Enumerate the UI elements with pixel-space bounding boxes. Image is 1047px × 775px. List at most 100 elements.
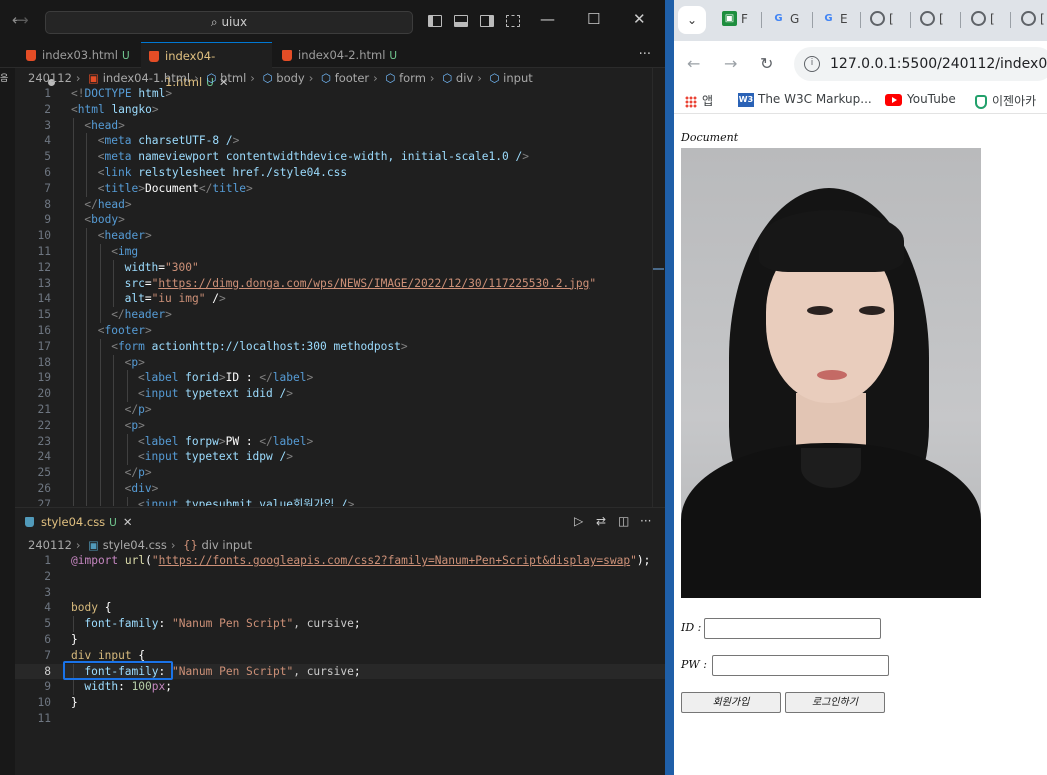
browser-tab[interactable]: [ [971,11,995,29]
browser-toolbar: ← → ↻ i 127.0.0.1:5500/240112/index04-1.… [674,41,1047,85]
code-line[interactable]: 2 <html langko> [15,102,665,118]
code-line[interactable]: 5 font-family: "Nanum Pen Script", cursiv… [15,616,665,632]
browser-tab[interactable]: GE [821,11,848,29]
html-editor[interactable]: 1 <!DOCTYPE html> 2 <html langko> 3 <head> 4 <m… [15,86,665,506]
code-line[interactable]: 8 </head> [15,196,665,213]
code-line[interactable]: 12 width="300" [15,259,665,276]
back-icon[interactable]: ← [687,54,700,73]
tab-label: index03.html [42,48,118,62]
tab-search-icon[interactable]: ⌄ [678,6,706,34]
line-number: 25 [37,466,51,480]
tab-index03[interactable]: index03.html U [18,42,136,86]
breadcrumb-item[interactable]: html [220,71,246,85]
signup-button[interactable]: 회원가입 [681,692,781,713]
address-bar[interactable]: i 127.0.0.1:5500/240112/index04-1.h [794,47,1047,81]
breadcrumb-item[interactable]: body [276,71,304,85]
code-line[interactable]: 24 <input typetext idpw /> [15,449,665,466]
code-line[interactable]: 25 </p> [15,465,665,481]
pw-input[interactable] [712,655,889,676]
editor-split[interactable] [15,507,665,508]
login-button[interactable]: 로그인하기 [785,692,885,713]
breadcrumb-item[interactable]: 240112 [28,71,72,85]
more-actions-icon[interactable]: ··· [640,514,651,528]
browser-tab[interactable]: GG [771,11,799,29]
code-line[interactable]: 19 <label forid>ID : </label> [15,370,665,387]
editor-scrollbar[interactable] [652,68,664,508]
code-line[interactable]: 6} [15,632,665,648]
reload-icon[interactable]: ↻ [760,54,773,73]
compare-icon[interactable]: ⇄ [596,514,606,528]
breadcrumb-item[interactable]: div [456,71,473,85]
bookmark-w3c[interactable]: W3 The W3C Markup... [738,92,872,107]
customize-layout-icon[interactable] [506,15,520,27]
bookmark-apps[interactable]: 앱 [685,92,713,109]
code-line[interactable]: 2 [15,569,665,585]
tab-index04-1[interactable]: index04-1.html U ✕ [141,42,272,89]
forward-icon[interactable]: → [724,54,737,73]
breadcrumb-item[interactable]: index04-1.html [103,71,190,85]
code-line[interactable]: 3 [15,585,665,601]
code-line[interactable]: 1 @import url("https://fonts.googleapis.c… [15,553,665,569]
code-line[interactable]: 14 alt="iu img" /> [15,291,665,308]
bookmark-ezen[interactable]: 이젠아카 [975,92,1036,109]
pw-label: PW : [681,658,707,671]
code-line[interactable]: 3 <head> [15,117,665,134]
browser-tab[interactable]: [ [870,11,894,29]
maximize-icon[interactable]: ☐ [587,10,600,28]
window-divider[interactable] [665,0,674,775]
breadcrumb-item[interactable]: 240112 [28,538,72,552]
code-line[interactable]: 9 <body> [15,212,665,229]
forward-arrow-icon[interactable]: → [16,11,29,29]
tab-title: E [840,11,848,26]
close-window-icon[interactable]: ✕ [633,10,646,28]
code-line[interactable]: 17 <form actionhttp://localhost:300 metho… [15,338,665,355]
id-input[interactable] [704,618,881,639]
code-line[interactable]: 11 <img [15,243,665,260]
breadcrumb-item[interactable]: footer [335,71,369,85]
breadcrumb-item[interactable]: form [399,71,426,85]
code-line[interactable]: 13 src="https://dimg.donga.com/wps/NEWS/I… [15,275,665,292]
toggle-panel-icon[interactable] [454,15,468,27]
run-icon[interactable]: ▷ [574,514,583,528]
line-number: 21 [37,402,51,416]
code-line[interactable]: 5 <meta nameviewport contentwidthdevice-w… [15,149,665,165]
minimize-icon[interactable]: — [540,10,555,28]
code-line[interactable]: 22 <p> [15,417,665,434]
code-line[interactable]: 6 <link relstylesheet href./style04.css [15,164,665,181]
tab-style04-css[interactable]: style04.css U ✕ [15,510,133,534]
code-line[interactable]: 21 </p> [15,401,665,418]
code-line[interactable]: 23 <label forpw>PW : </label> [15,433,665,450]
code-line[interactable]: 9 width: 100px; [15,679,665,696]
code-line[interactable]: 10} [15,695,665,711]
breadcrumb-item[interactable]: style04.css [103,538,167,552]
toggle-secondary-sidebar-icon[interactable] [480,15,494,27]
css-editor[interactable]: 1 @import url("https://fonts.googleapis.c… [15,553,665,733]
code-line[interactable]: 27 <input typesubmit value회원가입 /> [15,496,665,506]
more-actions-icon[interactable]: ··· [639,47,651,62]
command-center[interactable]: ⌕ uiux [45,11,413,34]
code-line[interactable]: 4 body { [15,600,665,616]
tab-index04-2[interactable]: index04-2.html U [274,42,404,68]
breadcrumb-item[interactable]: div input [201,538,252,552]
code-line[interactable]: 4 <meta charsetUTF-8 /> [15,133,665,150]
bookmark-youtube[interactable]: YouTube [885,92,956,106]
split-editor-icon[interactable]: ◫ [618,514,629,528]
code-line[interactable]: 16 <footer> [15,322,665,339]
code-line[interactable]: 18 <p> [15,354,665,371]
site-info-icon[interactable]: i [804,56,820,72]
browser-tab[interactable]: [ [920,11,944,29]
code-line[interactable]: 15 </header> [15,307,665,323]
code-line[interactable]: 11 [15,711,665,727]
code-line[interactable]: 26 <div> [15,480,665,497]
code-line[interactable]: 10 <header> [15,228,665,244]
toggle-sidebar-icon[interactable] [428,15,442,27]
code-line[interactable]: 20 <input typetext idid /> [15,386,665,402]
close-tab-icon[interactable]: ✕ [123,515,133,529]
globe-icon [920,11,935,26]
breadcrumb-item[interactable]: input [503,71,533,85]
browser-tab[interactable]: [ [1021,11,1045,29]
code-line[interactable]: 7 <title>Document</title> [15,180,665,197]
line-number: 1 [44,554,51,567]
code-line[interactable]: 1 <!DOCTYPE html> [15,86,665,102]
browser-tab[interactable]: ▣ F [722,11,748,29]
